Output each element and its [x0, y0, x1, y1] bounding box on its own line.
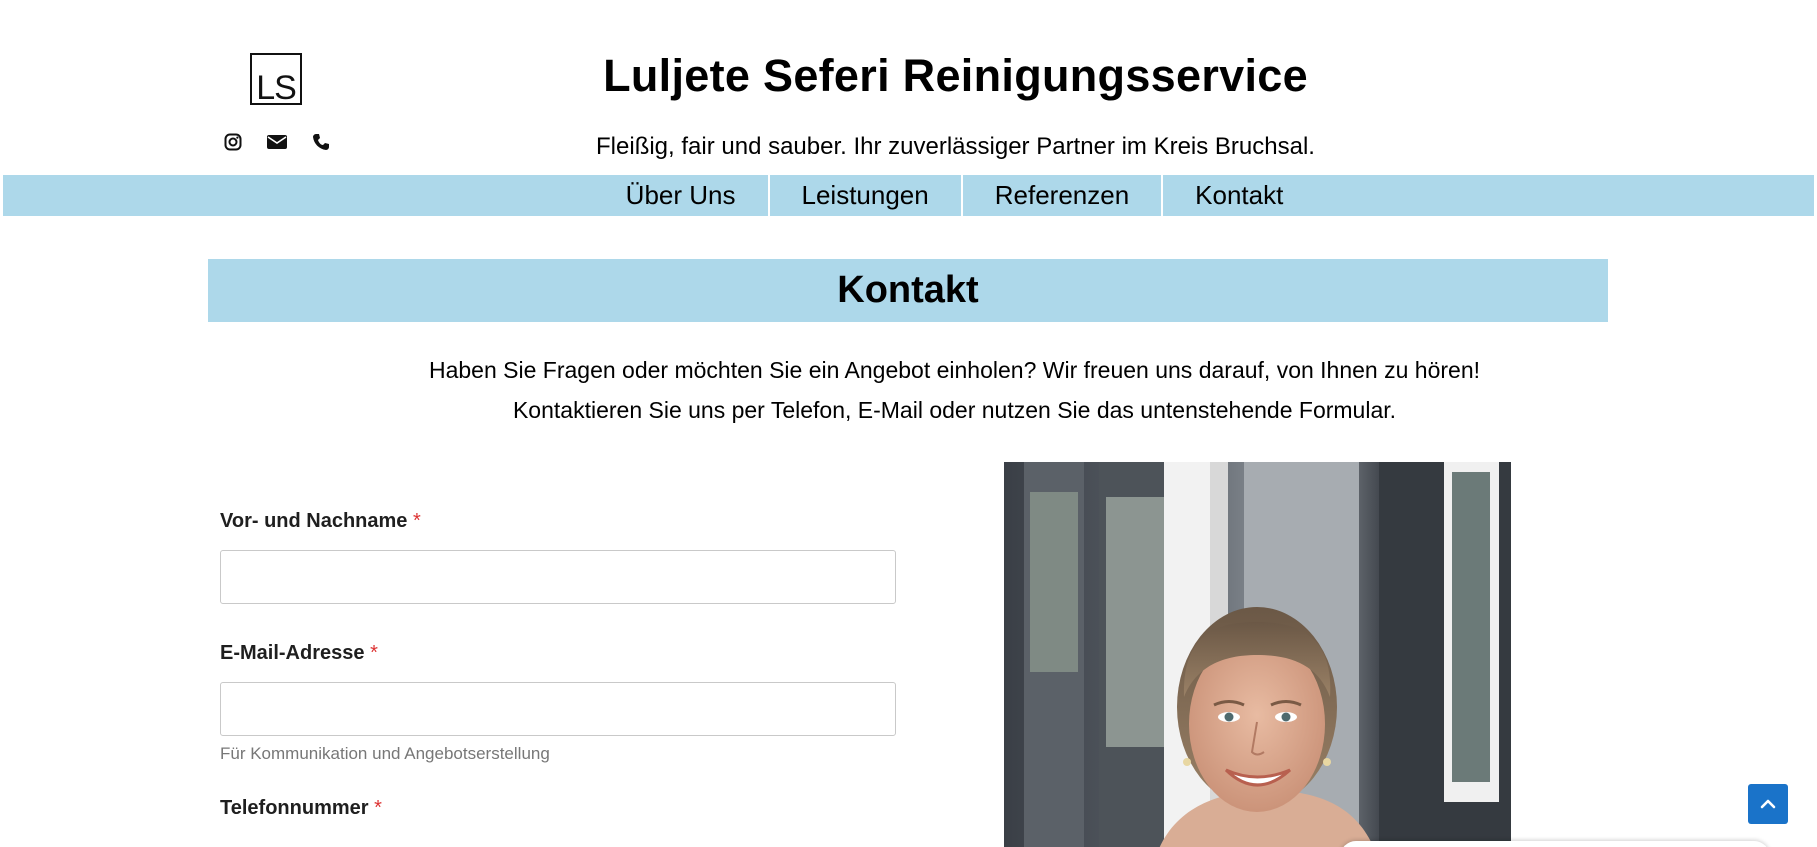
name-field-group: Vor- und Nachname *	[220, 510, 896, 604]
nav-item-kontakt[interactable]: Kontakt	[1163, 175, 1315, 216]
nav-item-referenzen[interactable]: Referenzen	[963, 175, 1164, 216]
intro-line-2: Kontaktieren Sie uns per Telefon, E-Mail…	[512, 397, 1397, 423]
phone-label-text: Telefonnummer	[220, 797, 369, 819]
email-label: E-Mail-Adresse *	[220, 642, 896, 665]
portrait-photo	[1004, 462, 1511, 847]
email-field-group: E-Mail-Adresse * Für Kommunikation und A…	[220, 642, 896, 764]
chevron-up-icon	[1760, 799, 1776, 809]
email-input[interactable]	[220, 682, 896, 736]
email-hint: Für Kommunikation und Angebotserstellung	[220, 744, 550, 763]
phone-label: Telefonnummer *	[220, 797, 896, 820]
main-nav: Über Uns Leistungen Referenzen Kontakt	[3, 175, 1814, 216]
site-title: Luljete Seferi Reinigungsservice	[603, 50, 1308, 101]
required-marker: *	[374, 797, 382, 819]
scroll-to-top-button[interactable]	[1748, 784, 1788, 824]
name-input[interactable]	[220, 550, 896, 604]
contact-heading-bar: Kontakt	[208, 259, 1608, 322]
contact-form: Vor- und Nachname * E-Mail-Adresse * Für…	[220, 510, 896, 847]
page: LS Luljete Seferi Reinigungsservice Flei…	[0, 0, 1817, 847]
email-label-text: E-Mail-Adresse	[220, 642, 365, 664]
nav-item-ueber-uns[interactable]: Über Uns	[594, 175, 770, 216]
name-label-text: Vor- und Nachname	[220, 510, 408, 532]
intro-line-1: Haben Sie Fragen oder möchten Sie ein An…	[428, 357, 1481, 383]
tagline: Fleißig, fair und sauber. Ihr zuverlässi…	[596, 133, 1315, 160]
name-label: Vor- und Nachname *	[220, 510, 896, 533]
required-marker: *	[370, 642, 378, 664]
required-marker: *	[413, 510, 421, 532]
contact-heading: Kontakt	[837, 269, 979, 311]
contact-intro: Haben Sie Fragen oder möchten Sie ein An…	[0, 350, 1817, 430]
phone-field-group: Telefonnummer *	[220, 797, 896, 820]
chat-widget-edge[interactable]	[1340, 841, 1770, 847]
nav-item-leistungen[interactable]: Leistungen	[770, 175, 963, 216]
